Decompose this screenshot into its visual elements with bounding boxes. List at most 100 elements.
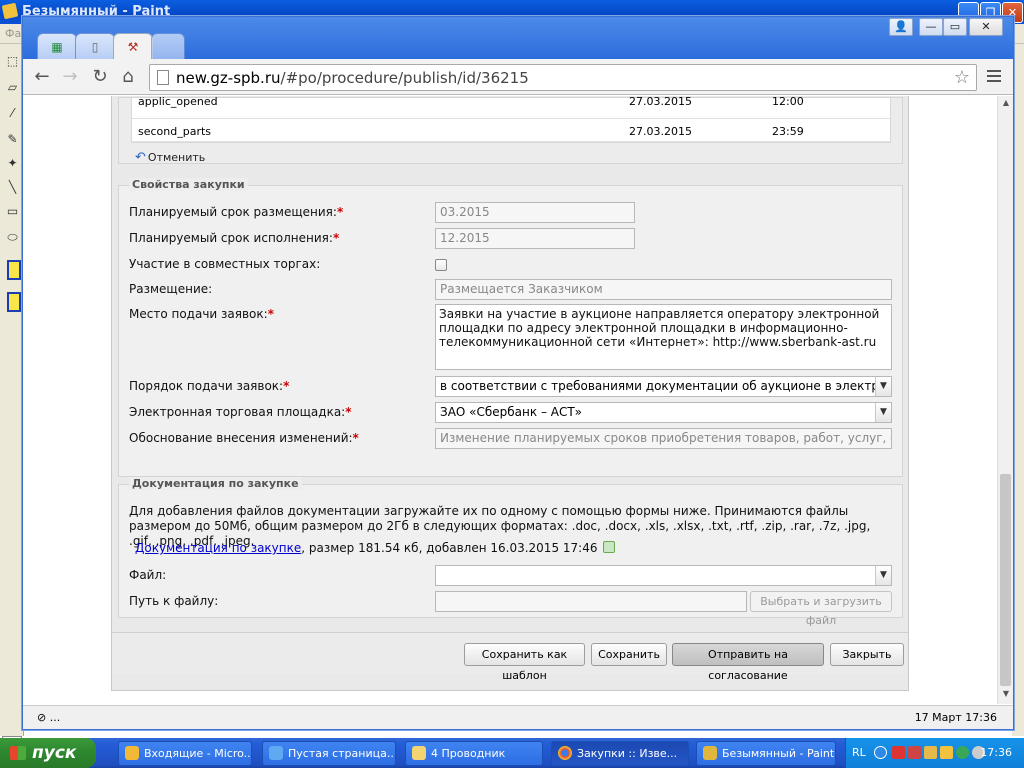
properties-fieldset: Свойства закупки Планируемый срок размещ…	[118, 178, 903, 477]
document-entry: Документация по закупке, размер 181.54 к…	[135, 541, 616, 555]
language-indicator[interactable]: RL	[852, 746, 866, 759]
tab-procurement[interactable]: ⚒	[113, 33, 153, 60]
delete-file-icon[interactable]	[603, 541, 616, 553]
tab-blank[interactable]: ▯	[75, 33, 115, 60]
airbrush-tool-icon[interactable]: ✦	[5, 156, 20, 171]
submission-place-label: Место подачи заявок:*	[129, 307, 274, 321]
taskbar-item-chrome[interactable]: Закупки :: Изве...	[551, 741, 689, 766]
save-template-button[interactable]: Сохранить как шаблон	[464, 643, 585, 682]
file-label: Файл:	[129, 568, 167, 582]
undo-icon: ↶	[135, 150, 146, 165]
address-bar[interactable]: new.gz-spb.ru/#po/procedure/publish/id/3…	[149, 64, 977, 91]
dates-grid: applic_opened 27.03.2015 12:00 second_pa…	[131, 96, 891, 143]
document-link[interactable]: Документация по закупке	[135, 541, 301, 555]
tools-icon: ⚒	[127, 40, 139, 54]
procedure-dialog: applic_opened 27.03.2015 12:00 second_pa…	[111, 96, 909, 691]
paint-option-icon[interactable]	[7, 260, 21, 280]
paint-menu-file[interactable]: Фа	[5, 27, 21, 40]
paint-logo-icon	[1, 2, 19, 20]
documents-fieldset: Документация по закупке Для добавления ф…	[118, 477, 903, 627]
platform-label: Электронная торговая площадка:*	[129, 405, 352, 419]
change-reason-label: Обоснование внесения изменений:*	[129, 431, 359, 445]
joint-bidding-label: Участие в совместных торгах:	[129, 257, 321, 271]
status-right: 17 Март 17:36	[914, 711, 997, 724]
tray-icon-2[interactable]	[908, 746, 921, 759]
url-text[interactable]: new.gz-spb.ru/#po/procedure/publish/id/3…	[176, 69, 529, 87]
platform-select[interactable]: ЗАО «Сбербанк – АСТ» ▼	[435, 402, 892, 423]
taskbar-item-ie[interactable]: Пустая страница...	[262, 741, 396, 766]
stage-time: 23:59	[772, 125, 804, 138]
chrome-menu-icon[interactable]	[985, 67, 1003, 87]
tab-sheets[interactable]: ▦	[37, 33, 77, 60]
ellipse-tool-icon[interactable]: ⬭	[5, 230, 20, 245]
table-row[interactable]: applic_opened 27.03.2015 12:00	[132, 96, 890, 119]
select-tool-icon[interactable]: ⬚	[5, 54, 20, 69]
file-path-field[interactable]	[435, 591, 747, 612]
browser-close-button[interactable]: ✕	[969, 18, 1003, 36]
send-approval-button[interactable]: Отправить на согласование	[672, 643, 824, 682]
stage-name: applic_opened	[138, 96, 218, 108]
tray-expand-icon[interactable]	[874, 746, 887, 759]
chevron-down-icon[interactable]: ▼	[875, 403, 891, 422]
stage-date: 27.03.2015	[629, 96, 692, 108]
windows-logo-icon	[10, 746, 26, 760]
picker-tool-icon[interactable]: ⁄	[5, 106, 20, 121]
browser-titlebar: ▦ ▯ ⚒ 👤 — ▭ ✕	[23, 17, 1013, 60]
browser-statusbar: ⊘ ... 17 Март 17:36	[23, 705, 1013, 729]
browser-window: ▦ ▯ ⚒ 👤 — ▭ ✕ ← → ↻ ⌂ new.gz-spb.ru/#po/…	[22, 16, 1014, 730]
paint-option-icon-2[interactable]	[7, 292, 21, 312]
tray-icon-5[interactable]	[956, 746, 969, 759]
outlook-icon	[125, 746, 139, 760]
placement-label: Размещение:	[129, 282, 213, 296]
paint-toolbox: ⬚ ▱ ⁄ ✎ ✦ ╲ ▭ ⬭	[0, 44, 24, 762]
dates-fieldset: applic_opened 27.03.2015 12:00 second_pa…	[118, 96, 903, 165]
eraser-tool-icon[interactable]: ▱	[5, 80, 20, 95]
scroll-up-icon[interactable]: ▲	[998, 98, 1014, 110]
pdf-tray-icon[interactable]	[892, 746, 905, 759]
clock: 17:36	[980, 746, 1012, 759]
profile-button[interactable]: 👤	[889, 18, 913, 36]
planned-placement-field[interactable]: 03.2015	[435, 202, 635, 223]
bookmark-star-icon[interactable]: ☆	[954, 67, 970, 88]
file-select[interactable]: ▼	[435, 565, 892, 586]
properties-legend: Свойства закупки	[129, 178, 248, 191]
save-button[interactable]: Сохранить	[591, 643, 667, 666]
joint-bidding-checkbox[interactable]	[435, 259, 447, 271]
planned-execution-field[interactable]: 12.2015	[435, 228, 635, 249]
page-scrollbar[interactable]: ▲ ▼	[997, 96, 1013, 704]
chevron-down-icon[interactable]: ▼	[875, 377, 891, 396]
taskbar-item-outlook[interactable]: Входящие - Micro...	[118, 741, 252, 766]
placement-field[interactable]: Размещается Заказчиком	[435, 279, 892, 300]
chevron-down-icon[interactable]: ▼	[875, 566, 891, 585]
platform-value: ЗАО «Сбербанк – АСТ»	[440, 405, 583, 419]
new-tab-button[interactable]	[151, 33, 185, 60]
taskbar-item-explorer[interactable]: 4 Проводник	[405, 741, 543, 766]
back-icon[interactable]: ←	[31, 67, 53, 87]
ie-icon	[269, 746, 283, 760]
browser-maximize-button[interactable]: ▭	[943, 18, 967, 36]
home-icon[interactable]: ⌂	[117, 67, 139, 87]
scroll-thumb[interactable]	[1000, 474, 1011, 686]
tray-icon-4[interactable]	[940, 746, 953, 759]
browser-minimize-button[interactable]: —	[919, 18, 943, 36]
scroll-down-icon[interactable]: ▼	[998, 689, 1014, 701]
line-tool-icon[interactable]: ╲	[5, 180, 20, 195]
reload-icon[interactable]: ↻	[89, 67, 111, 87]
upload-file-button[interactable]: Выбрать и загрузить файл	[750, 591, 892, 627]
table-row[interactable]: second_parts 27.03.2015 23:59	[132, 121, 890, 142]
tray-icon-3[interactable]	[924, 746, 937, 759]
submission-place-textarea[interactable]: Заявки на участие в аукционе направляетс…	[435, 304, 892, 370]
forward-icon[interactable]: →	[59, 67, 81, 87]
change-reason-field[interactable]: Изменение планируемых сроков приобретени…	[435, 428, 892, 449]
page-info-icon[interactable]	[157, 70, 169, 85]
path-label: Путь к файлу:	[129, 594, 219, 608]
pencil-tool-icon[interactable]: ✎	[5, 132, 20, 147]
taskbar-item-paint[interactable]: Безымянный - Paint	[696, 741, 836, 766]
start-button[interactable]: пуск	[0, 738, 96, 768]
planned-execution-label: Планируемый срок исполнения:*	[129, 231, 340, 245]
page-icon: ▯	[91, 40, 99, 54]
submission-order-select[interactable]: в соответствии с требованиями документац…	[435, 376, 892, 397]
undo-button[interactable]: ↶ Отменить	[135, 150, 205, 165]
close-button[interactable]: Закрыть	[830, 643, 904, 666]
rectangle-tool-icon[interactable]: ▭	[5, 204, 20, 219]
